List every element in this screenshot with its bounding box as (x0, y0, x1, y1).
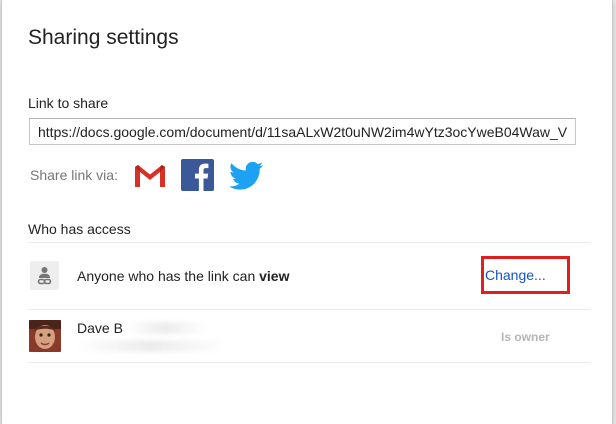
divider (28, 242, 590, 243)
sharing-settings-dialog: Sharing settings Link to share Share lin… (1, 0, 613, 424)
link-access-permission: view (259, 268, 290, 284)
link-access-description: Anyone who has the link can view (77, 268, 289, 284)
twitter-icon[interactable] (229, 159, 265, 191)
share-link-field[interactable] (29, 118, 576, 145)
owner-role-label: Is owner (501, 330, 550, 344)
redacted-text (76, 340, 226, 352)
link-to-share-label: Link to share (28, 95, 109, 111)
who-has-access-label: Who has access (28, 221, 131, 237)
user-name: Dave B (77, 320, 123, 336)
divider (28, 362, 590, 363)
facebook-icon[interactable] (181, 159, 215, 191)
dialog-title: Sharing settings (28, 26, 179, 49)
link-access-prefix: Anyone who has the link can (77, 268, 260, 284)
link-access-icon (30, 261, 59, 290)
gmail-icon[interactable] (133, 159, 167, 191)
divider (28, 309, 590, 310)
share-link-via-label: Share link via: (30, 167, 118, 183)
avatar (29, 320, 61, 352)
change-access-link[interactable]: Change... (485, 267, 546, 283)
redacted-text (126, 322, 206, 334)
